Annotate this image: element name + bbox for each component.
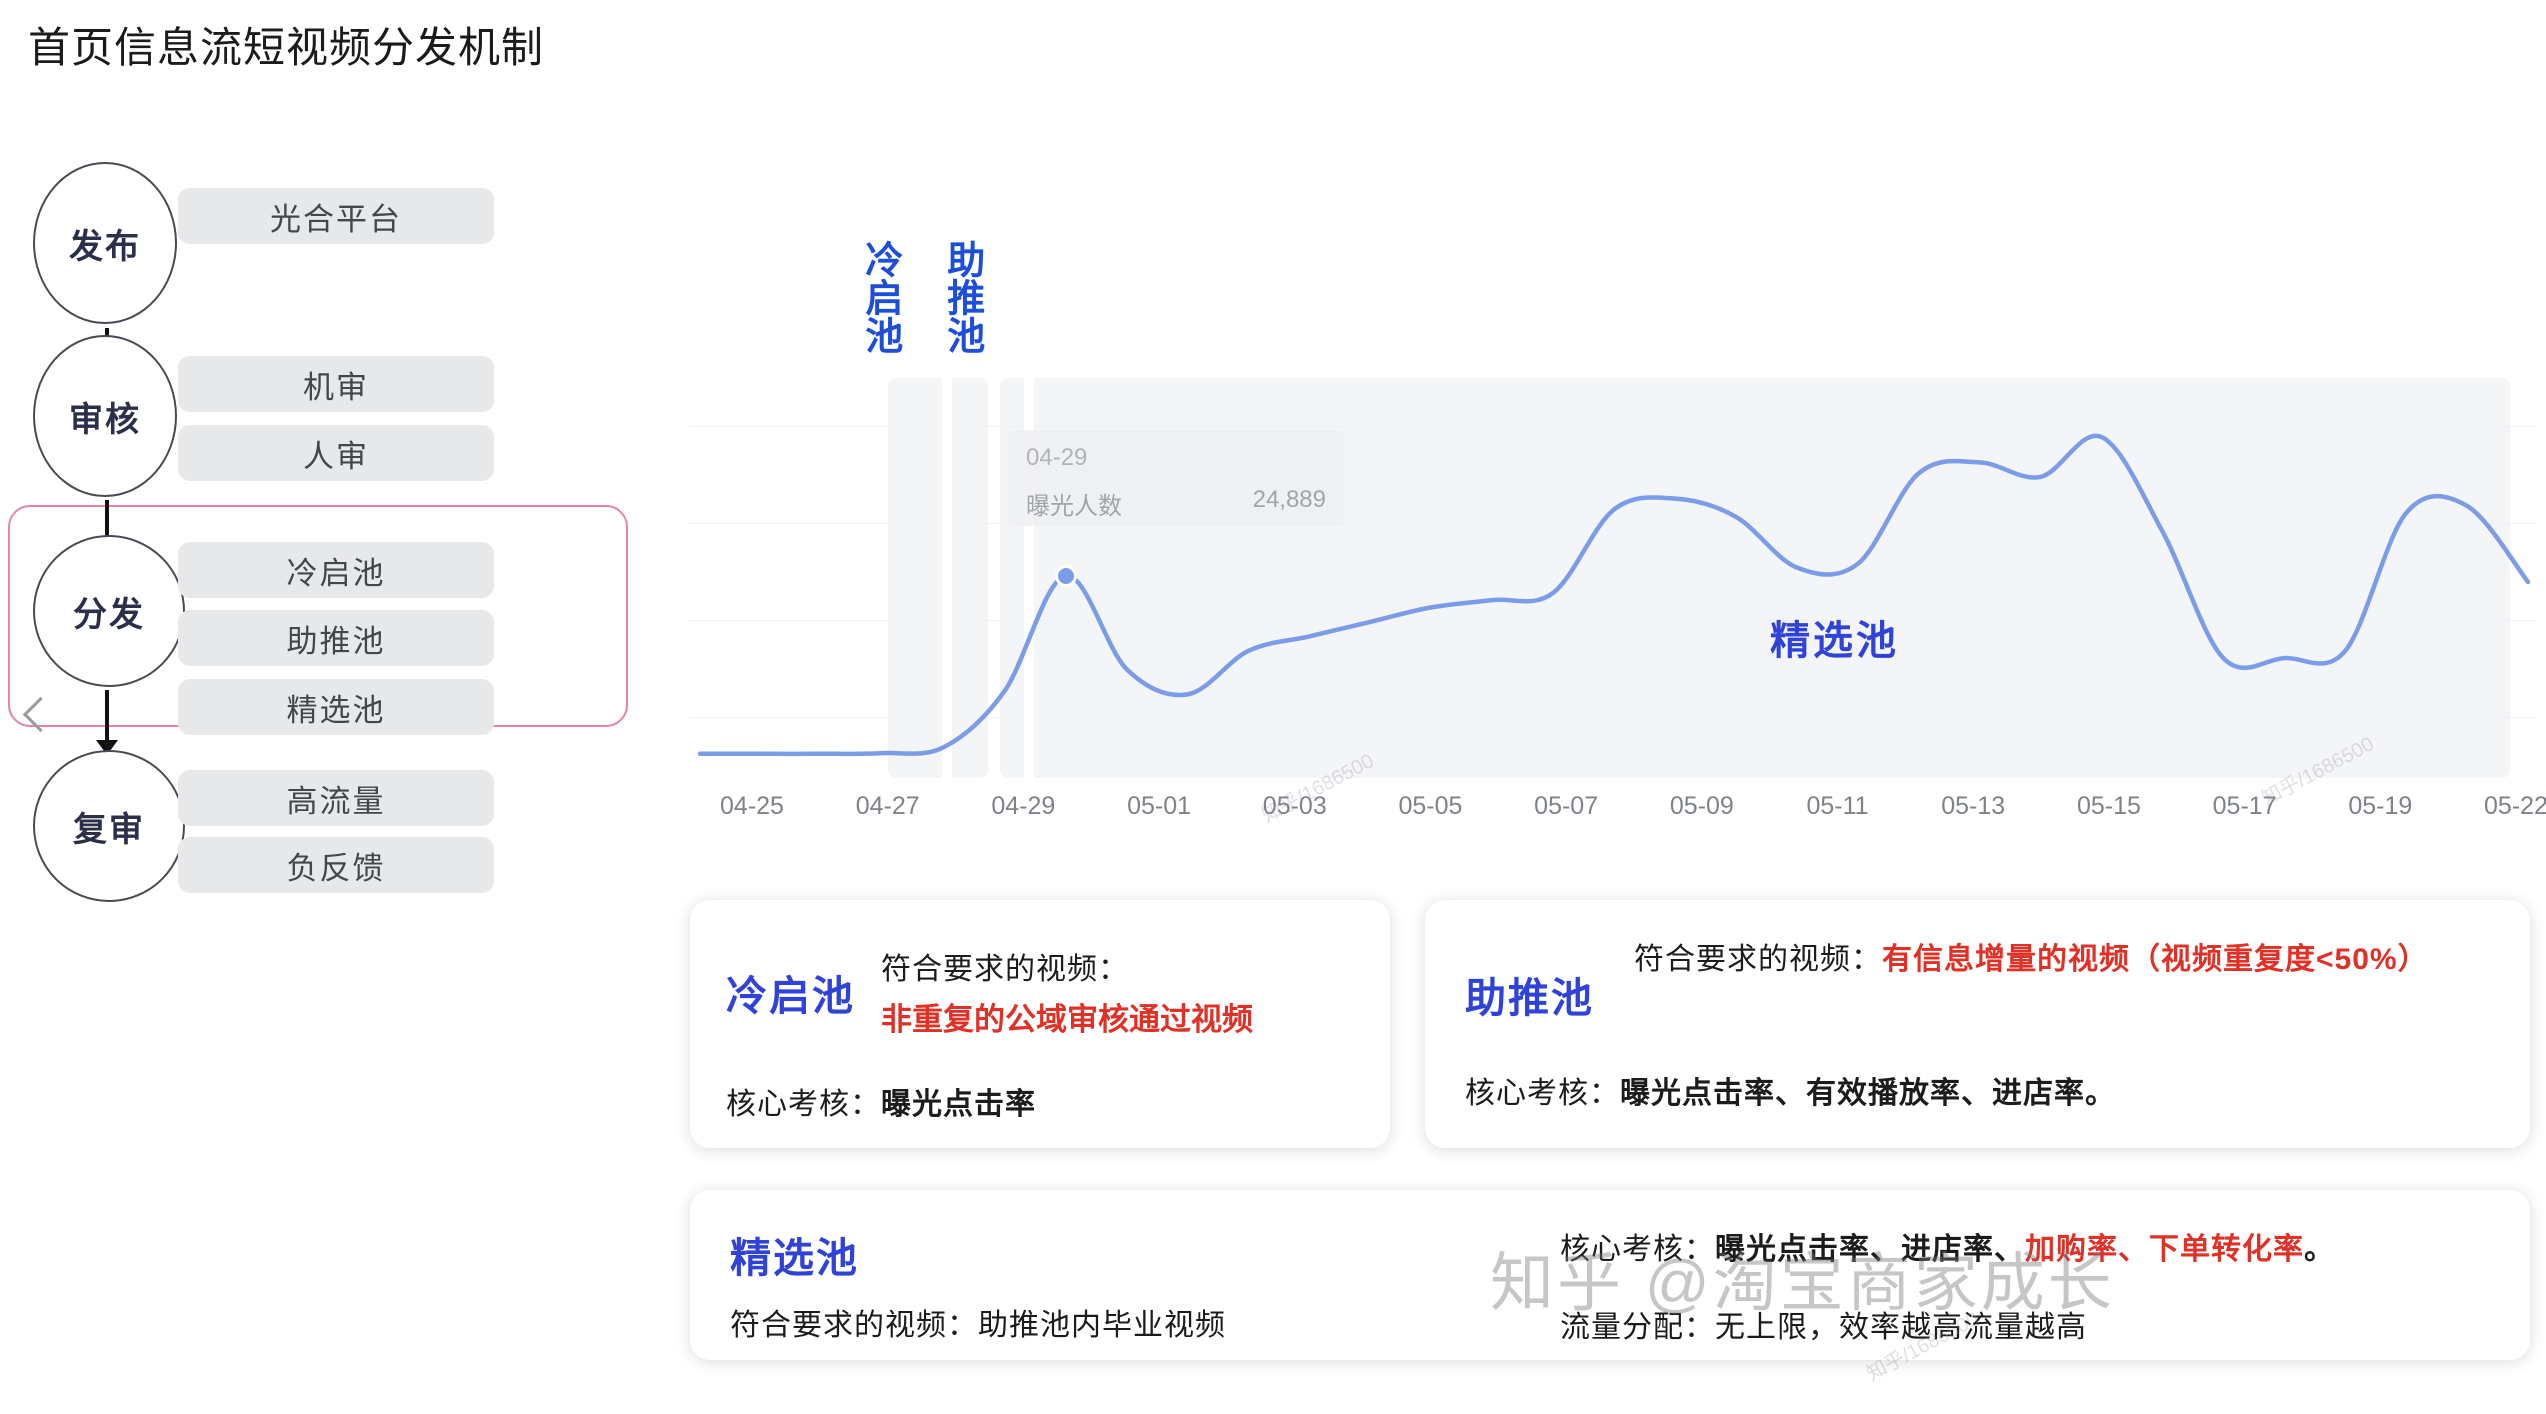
chart-plot-area: 04-29 曝光人数 24,889 冷启池 助推池 精选池	[690, 240, 2535, 778]
pill-label: 助推池	[286, 623, 386, 659]
card-traffic-label: 流量分配：	[1560, 1311, 1715, 1344]
pill-label: 冷启池	[286, 555, 386, 591]
flow-pill-human-review[interactable]: 人审	[178, 425, 494, 481]
chart-label-cold-start-pool: 冷启池	[858, 240, 901, 354]
flow-pill-guanghe-platform[interactable]: 光合平台	[178, 188, 494, 244]
pill-label: 精选池	[286, 692, 386, 728]
pill-label: 人审	[303, 438, 369, 474]
flow-node-recheck[interactable]: 复审	[33, 750, 185, 902]
slide-canvas: 首页信息流短视频分发机制 发布 审核 分发 复审 光合平台 机审 人审 冷启池 …	[0, 0, 2546, 1414]
card-kpi-value-plain: 曝光点击率、进店率、	[1715, 1233, 2025, 1266]
flow-node-distribute[interactable]: 分发	[33, 535, 185, 687]
chart-x-axis: 04-25 04-27 04-29 05-01 05-03 05-05 05-07 05-09…	[690, 792, 2546, 832]
card-featured-pool: 精选池 符合要求的视频：助推池内毕业视频 核心考核：曝光点击率、进店率、加购率、…	[690, 1190, 2530, 1360]
x-axis-tick: 05-03	[1262, 792, 1327, 820]
flow-pill-high-traffic[interactable]: 高流量	[178, 770, 494, 826]
flow-node-review[interactable]: 审核	[33, 335, 177, 497]
x-axis-tick: 05-13	[1941, 792, 2006, 820]
tooltip-metric-value: 24,889	[1252, 486, 1326, 513]
card-requirement-value: 有信息增量的视频（视频重复度<50%）	[1882, 943, 2429, 976]
flow-node-distribute-label: 分发	[73, 595, 145, 634]
exposure-trend-chart: 04-29 曝光人数 24,889 冷启池 助推池 精选池 04-25 04-27…	[690, 240, 2546, 850]
flow-arrow-distribute-to-recheck	[96, 690, 118, 755]
x-axis-tick: 05-07	[1534, 792, 1599, 820]
flow-pill-cold-start-pool[interactable]: 冷启池	[178, 542, 494, 598]
card-cold-start-pool: 冷启池 符合要求的视频： 非重复的公域审核通过视频 核心考核：曝光点击率	[690, 900, 1390, 1148]
flow-pill-boost-pool[interactable]: 助推池	[178, 610, 494, 666]
card-boost-pool: 助推池 符合要求的视频：有信息增量的视频（视频重复度<50%） 核心考核：曝光点…	[1425, 900, 2530, 1148]
card-title-cold-start-pool: 冷启池	[726, 973, 855, 1019]
card-kpi-value: 曝光点击率	[881, 1088, 1036, 1121]
flow-pill-featured-pool[interactable]: 精选池	[178, 679, 494, 735]
card-title-featured-pool: 精选池	[730, 1235, 859, 1281]
flow-pill-machine-review[interactable]: 机审	[178, 356, 494, 412]
x-axis-tick: 05-17	[2212, 792, 2277, 820]
flow-pill-negative-feedback[interactable]: 负反馈	[178, 837, 494, 893]
flow-diagram: 发布 审核 分发 复审 光合平台 机审 人审 冷启池 助推池 精选池 高流量 负…	[0, 150, 660, 1400]
page-title: 首页信息流短视频分发机制	[28, 24, 545, 71]
flow-node-publish-label: 发布	[69, 227, 141, 266]
card-kpi-value-red: 加购率、下单转化率	[2025, 1233, 2304, 1266]
flow-node-publish[interactable]: 发布	[33, 162, 177, 324]
tooltip-date: 04-29	[1026, 444, 1088, 471]
flow-node-recheck-label: 复审	[73, 810, 145, 849]
x-axis-tick: 05-19	[2348, 792, 2413, 820]
card-requirement-value: 助推池内毕业视频	[978, 1309, 1226, 1342]
chart-label-boost-pool: 助推池	[940, 240, 983, 354]
flow-node-review-label: 审核	[69, 400, 141, 439]
x-axis-tick: 05-15	[2076, 792, 2141, 820]
card-title-boost-pool: 助推池	[1465, 975, 1594, 1021]
x-axis-tick: 05-05	[1398, 792, 1463, 820]
card-kpi-label: 核心考核：	[726, 1088, 881, 1121]
card-requirement-label: 符合要求的视频：	[730, 1309, 978, 1342]
chart-line-path	[697, 433, 2531, 757]
card-kpi-value: 曝光点击率、有效播放率、进店率。	[1620, 1077, 2116, 1110]
pill-label: 负反馈	[286, 850, 386, 886]
card-requirement-value: 非重复的公域审核通过视频	[881, 1002, 1253, 1037]
pill-label: 光合平台	[270, 201, 402, 237]
pill-label: 机审	[303, 369, 369, 405]
card-requirement-label: 符合要求的视频：	[1634, 943, 1882, 976]
x-axis-tick: 05-22	[2484, 792, 2546, 820]
card-kpi-value-tail: 。	[2304, 1233, 2335, 1266]
x-axis-tick: 05-09	[1669, 792, 1734, 820]
x-axis-tick: 05-11	[1806, 792, 1869, 820]
x-axis-tick: 05-01	[1127, 792, 1192, 820]
tooltip-metric-label: 曝光人数	[1026, 493, 1122, 520]
chart-tooltip: 04-29 曝光人数 24,889	[1008, 430, 1344, 526]
x-axis-tick: 04-29	[991, 792, 1056, 820]
x-axis-tick: 04-25	[720, 792, 784, 820]
card-traffic-value: 无上限，效率越高流量越高	[1715, 1311, 2087, 1344]
pill-label: 高流量	[286, 783, 386, 819]
card-requirement-label: 符合要求的视频：	[881, 953, 1129, 986]
card-kpi-label: 核心考核：	[1465, 1077, 1620, 1110]
chart-highlight-point[interactable]	[1054, 564, 1077, 587]
x-axis-tick: 04-27	[855, 792, 920, 820]
chart-label-featured-pool: 精选池	[1770, 619, 1899, 663]
card-kpi-label: 核心考核：	[1560, 1233, 1715, 1266]
